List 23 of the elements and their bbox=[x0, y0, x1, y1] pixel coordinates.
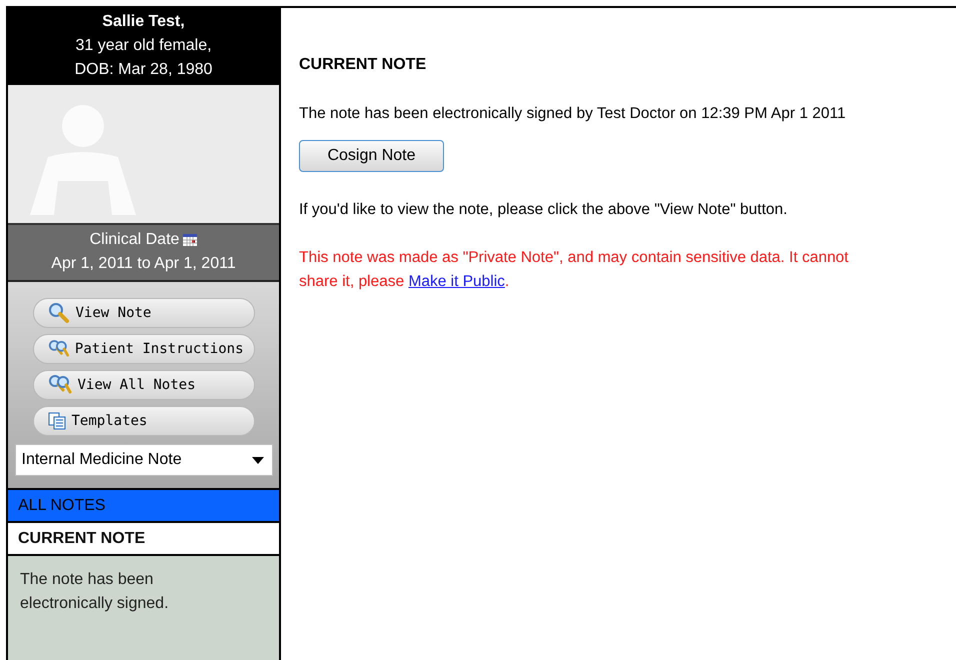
magnifier-icon bbox=[48, 302, 70, 324]
clinical-date-range: Apr 1, 2011 to Apr 1, 2011 bbox=[50, 254, 237, 274]
section-heading: CURRENT NOTE bbox=[299, 56, 428, 74]
nav-tab[interactable]: ALL NOTES bbox=[8, 490, 279, 523]
action-button[interactable]: Patient Instructions bbox=[32, 334, 254, 364]
hint-text: If you'd like to view the note, please click the above "View Note" button. bbox=[299, 200, 788, 220]
dropdown-caret-icon bbox=[252, 456, 264, 464]
action-button[interactable]: Templates bbox=[32, 406, 254, 436]
action-button[interactable]: View Note bbox=[32, 298, 254, 328]
calendar-icon[interactable] bbox=[183, 234, 198, 246]
patient-age: 31 year old female, bbox=[74, 36, 213, 56]
template-dropdown[interactable]: Internal Medicine Note bbox=[14, 444, 272, 476]
documents-icon bbox=[48, 412, 66, 430]
cosign-button[interactable]: Cosign Note bbox=[299, 140, 444, 172]
make-public-link[interactable]: Make it Public bbox=[408, 273, 505, 290]
clinical-date-label: Clinical Date bbox=[90, 230, 180, 250]
action-button[interactable]: View All Notes bbox=[32, 370, 254, 400]
magnifiers-icon bbox=[48, 374, 72, 396]
status-text: The note has been electronically signed. bbox=[20, 570, 170, 614]
warning-text: This note was made as "Private Note", and may contain sensitive data. It cannot share it, please Make it Public. bbox=[299, 248, 850, 292]
signed-text: The note has been electronically signed by Test Doctor on 12:39 PM Apr 1 2011 bbox=[299, 104, 847, 124]
patient-dob: DOB: Mar 28, 1980 bbox=[74, 60, 214, 80]
patient-name: Sallie Test, bbox=[101, 12, 186, 32]
